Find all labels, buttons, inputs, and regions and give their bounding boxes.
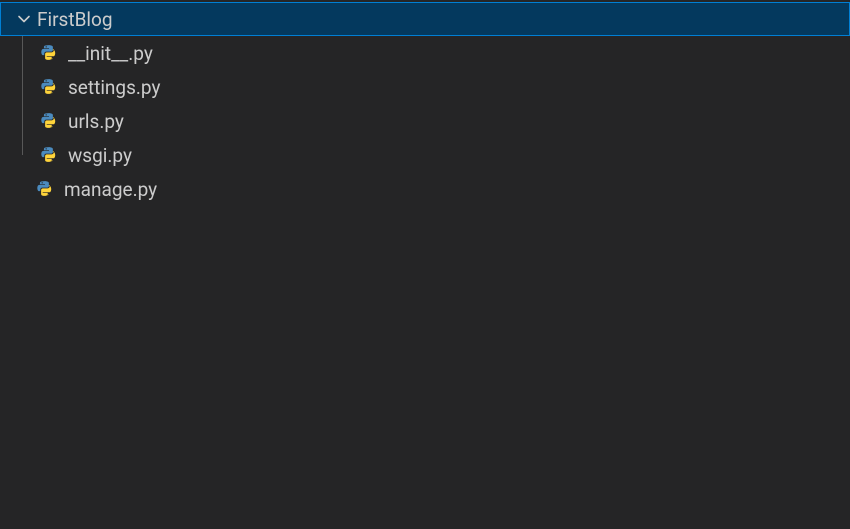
file-explorer-tree: FirstBlog __init__.py settings.py [0, 0, 850, 529]
file-label: __init__.py [68, 42, 153, 65]
file-label: manage.py [64, 178, 157, 201]
chevron-down-icon [13, 8, 35, 30]
indent-guide [22, 36, 23, 70]
folder-label: FirstBlog [37, 8, 113, 31]
indent-guide [22, 104, 23, 138]
python-file-icon [38, 110, 60, 132]
python-file-icon [34, 178, 56, 200]
python-file-icon [38, 76, 60, 98]
file-label: settings.py [68, 76, 160, 99]
indent-guide [22, 138, 23, 155]
file-row-init[interactable]: __init__.py [0, 36, 850, 70]
indent-guide [22, 70, 23, 104]
file-row-settings[interactable]: settings.py [0, 70, 850, 104]
file-row-urls[interactable]: urls.py [0, 104, 850, 138]
file-row-manage[interactable]: manage.py [0, 172, 850, 206]
file-row-wsgi[interactable]: wsgi.py [0, 138, 850, 172]
file-label: urls.py [68, 110, 124, 133]
folder-row-firstblog[interactable]: FirstBlog [0, 2, 850, 36]
python-file-icon [38, 42, 60, 64]
file-label: wsgi.py [68, 144, 132, 167]
python-file-icon [38, 144, 60, 166]
